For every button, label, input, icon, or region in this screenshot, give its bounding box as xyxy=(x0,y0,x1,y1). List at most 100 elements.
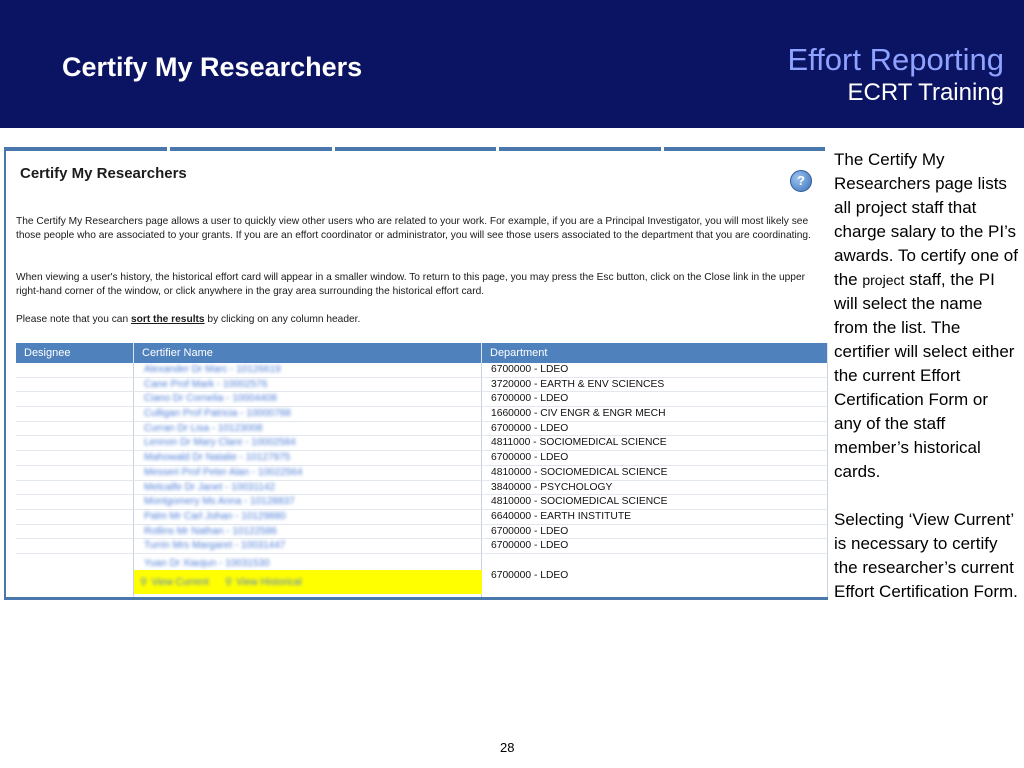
tab-segment[interactable] xyxy=(170,147,332,151)
slide-header: Certify My Researchers Effort Reporting … xyxy=(0,0,1024,128)
column-header-designee[interactable]: Designee xyxy=(16,343,134,363)
department-cell: 6700000 - LDEO xyxy=(482,451,828,466)
certifier-name[interactable]: Palm Mr Carl Johan - 10129880 xyxy=(144,511,286,522)
certifier-name-cell[interactable]: Yuan Dr Xiaojun - 10031530 ⚲ View Curren… xyxy=(134,553,482,597)
view-historical-label[interactable]: View Historical xyxy=(236,577,301,588)
certifier-name[interactable]: Rollins Mr Nathan - 10122586 xyxy=(144,526,277,537)
page-title: Certify My Researchers xyxy=(20,165,187,182)
row-actions: ⚲ View Current ⚲ View Historical xyxy=(134,569,482,594)
department-cell: 6700000 - LDEO xyxy=(482,553,828,597)
table-row-selected[interactable]: Yuan Dr Xiaojun - 10031530 ⚲ View Curren… xyxy=(16,553,828,597)
certifier-name-cell[interactable]: Alexander Dr Marc - 10126619 xyxy=(134,363,482,378)
certifier-name-cell[interactable]: Turrin Mrs Margaret - 10031447 xyxy=(134,539,482,554)
brand-subtitle: ECRT Training xyxy=(847,79,1004,106)
certifier-name-cell[interactable]: Mahowald Dr Natalie - 10127975 xyxy=(134,451,482,466)
designee-cell xyxy=(16,553,134,597)
tab-segment[interactable] xyxy=(499,147,661,151)
sort-results-link[interactable]: sort the results xyxy=(131,314,205,325)
certifier-name[interactable]: Curran Dr Lisa - 10123008 xyxy=(144,423,262,434)
certifier-name-cell[interactable]: Cane Prof Mark - 10002576 xyxy=(134,377,482,393)
certifier-name[interactable]: Mahowald Dr Natalie - 10127975 xyxy=(144,453,290,463)
table-row[interactable]: Montgomery Ms Anna - 10128837 4810000 - S… xyxy=(16,495,828,510)
speaker-notes: The Certify My Researchers page lists al… xyxy=(834,148,1018,628)
table-row[interactable]: Metcalfe Dr Janet - 10031142 3840000 - PS… xyxy=(16,480,828,496)
designee-cell xyxy=(16,509,134,525)
tab-segment[interactable] xyxy=(334,147,497,151)
sort-note-pre: Please note that you can xyxy=(16,314,131,325)
certifier-name[interactable]: Alexander Dr Marc - 10126619 xyxy=(144,365,281,375)
column-header-certifier-name[interactable]: Certifier Name xyxy=(134,343,482,363)
department-cell: 6640000 - EARTH INSTITUTE xyxy=(482,509,828,525)
certifier-name[interactable]: Yuan Dr Xiaojun - 10031530 xyxy=(144,558,270,569)
researchers-table: Designee Certifier Name Department Alexa… xyxy=(16,343,828,597)
certifier-name-cell[interactable]: Montgomery Ms Anna - 10128837 xyxy=(134,495,482,510)
designee-cell xyxy=(16,407,134,422)
certifier-name[interactable]: Montgomery Ms Anna - 10128837 xyxy=(144,497,295,507)
designee-cell xyxy=(16,495,134,510)
department-cell: 4810000 - SOCIOMEDICAL SCIENCE xyxy=(482,465,828,481)
view-current-label[interactable]: View Current xyxy=(151,577,209,588)
certifier-name-cell[interactable]: Palm Mr Carl Johan - 10129880 xyxy=(134,509,482,525)
table-row[interactable]: Lennon Dr Mary Clare - 10002584 4811000 -… xyxy=(16,436,828,452)
certifier-name-cell[interactable]: Rollins Mr Nathan - 10122586 xyxy=(134,524,482,540)
department-cell: 6700000 - LDEO xyxy=(482,524,828,540)
designee-cell xyxy=(16,539,134,554)
table-row[interactable]: Curran Dr Lisa - 10123008 6700000 - LDEO xyxy=(16,421,828,437)
designee-cell xyxy=(16,377,134,393)
certifier-name[interactable]: Messeri Prof Peter Alan - 10022564 xyxy=(144,467,302,478)
designee-cell xyxy=(16,451,134,466)
table-row[interactable]: Culligan Prof Patricia - 10000788 1660000… xyxy=(16,407,828,422)
certifier-name[interactable]: Ciano Dr Cornelia - 10004408 xyxy=(144,394,277,404)
certifier-name-cell[interactable]: Culligan Prof Patricia - 10000788 xyxy=(134,407,482,422)
notes-text-b: staff, the PI will select the name from … xyxy=(834,270,1015,481)
certifier-name[interactable]: Cane Prof Mark - 10002576 xyxy=(144,379,267,390)
magnifier-icon: ⚲ xyxy=(140,576,148,588)
table-row[interactable]: Rollins Mr Nathan - 10122586 6700000 - LD… xyxy=(16,524,828,540)
brand-title: Effort Reporting xyxy=(787,42,1004,77)
department-cell: 4810000 - SOCIOMEDICAL SCIENCE xyxy=(482,495,828,510)
table-row[interactable]: Palm Mr Carl Johan - 10129880 6640000 - E… xyxy=(16,509,828,525)
designee-cell xyxy=(16,421,134,437)
table-row[interactable]: Turrin Mrs Margaret - 10031447 6700000 - … xyxy=(16,539,828,554)
certifier-name[interactable]: Metcalfe Dr Janet - 10031142 xyxy=(144,482,275,493)
sort-note: Please note that you can sort the result… xyxy=(16,313,822,327)
certifier-name-cell[interactable]: Ciano Dr Cornelia - 10004408 xyxy=(134,392,482,408)
notes-text-a: The Certify My Researchers page lists al… xyxy=(834,150,1018,289)
department-cell: 1660000 - CIV ENGR & ENGR MECH xyxy=(482,407,828,422)
table-row[interactable]: Ciano Dr Cornelia - 10004408 6700000 - LD… xyxy=(16,392,828,408)
table-row[interactable]: Messeri Prof Peter Alan - 10022564 481000… xyxy=(16,465,828,481)
certifier-name-cell[interactable]: Messeri Prof Peter Alan - 10022564 xyxy=(134,465,482,481)
tab-segment[interactable] xyxy=(663,147,826,151)
sort-note-post: by clicking on any column header. xyxy=(204,314,361,325)
department-cell: 6700000 - LDEO xyxy=(482,539,828,554)
designee-cell xyxy=(16,465,134,481)
certifier-name[interactable]: Turrin Mrs Margaret - 10031447 xyxy=(144,541,285,551)
intro-paragraph: The Certify My Researchers page allows a… xyxy=(16,216,811,241)
column-header-department[interactable]: Department xyxy=(482,343,828,363)
department-cell: 4811000 - SOCIOMEDICAL SCIENCE xyxy=(482,436,828,452)
department-cell: 6700000 - LDEO xyxy=(482,421,828,437)
table-row[interactable]: Cane Prof Mark - 10002576 3720000 - EARTH… xyxy=(16,377,828,393)
page-number: 28 xyxy=(500,740,515,755)
designee-cell xyxy=(16,436,134,452)
slide-title: Certify My Researchers xyxy=(62,52,363,82)
magnifier-icon: ⚲ xyxy=(224,576,233,588)
department-cell: 6700000 - LDEO xyxy=(482,363,828,378)
table-row[interactable]: Alexander Dr Marc - 10126619 6700000 - LD… xyxy=(16,363,828,378)
view-current-link[interactable]: ⚲ View Current xyxy=(140,576,209,588)
table-row[interactable]: Mahowald Dr Natalie - 10127975 6700000 - … xyxy=(16,451,828,466)
certifier-name[interactable]: Lennon Dr Mary Clare - 10002584 xyxy=(144,438,296,448)
certifier-name-cell[interactable]: Lennon Dr Mary Clare - 10002584 xyxy=(134,436,482,452)
certifier-name-cell[interactable]: Metcalfe Dr Janet - 10031142 xyxy=(134,480,482,496)
brand-block: Effort Reporting ECRT Training xyxy=(787,42,1004,108)
certifier-name-cell[interactable]: Curran Dr Lisa - 10123008 xyxy=(134,421,482,437)
department-cell: 6700000 - LDEO xyxy=(482,392,828,408)
view-historical-link[interactable]: ⚲ View Historical xyxy=(225,576,302,588)
table-header: Designee Certifier Name Department xyxy=(16,343,828,363)
tab-segment[interactable] xyxy=(6,147,168,151)
designee-cell xyxy=(16,524,134,540)
notes-paragraph-2: Selecting ‘View Current’ is necessary to… xyxy=(834,510,1018,601)
certifier-name[interactable]: Culligan Prof Patricia - 10000788 xyxy=(144,409,291,419)
tab-strip xyxy=(6,147,828,152)
help-icon[interactable]: ? xyxy=(790,170,812,192)
